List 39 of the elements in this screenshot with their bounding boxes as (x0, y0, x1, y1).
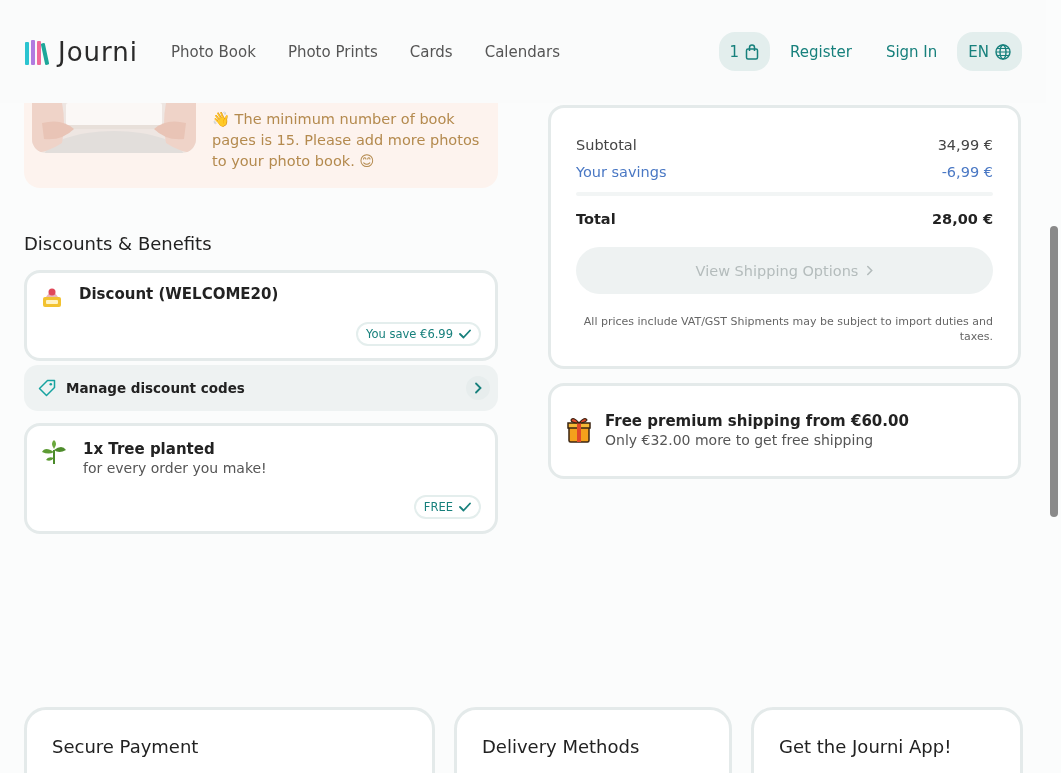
check-icon (459, 329, 471, 339)
globe-icon (995, 43, 1011, 60)
shipping-subtitle: Only €32.00 more to get free shipping (605, 432, 875, 448)
logo-text[interactable]: Journi (58, 36, 138, 67)
manage-codes-button[interactable]: Manage discount codes (24, 365, 498, 411)
plant-icon (41, 440, 67, 466)
card-title: Secure Payment (52, 736, 200, 757)
card-title: Get the Journi App! (779, 736, 953, 757)
nav-link[interactable]: Photo Book (171, 42, 256, 61)
discount-title: Discount (WELCOME20) (79, 285, 279, 303)
gift-icon (567, 416, 591, 444)
total-value: 28,00 € (932, 210, 993, 229)
logo-icon (24, 37, 52, 66)
total-label: Total (576, 210, 616, 229)
card-title: Delivery Methods (482, 736, 641, 757)
savings-label: Your savings (576, 163, 667, 182)
subtotal-label: Subtotal (576, 136, 637, 155)
tax-note: All prices include VAT/GST Shipments may be subject to import duties and taxes. (582, 314, 993, 344)
subtotal-value: 34,99 € (937, 136, 993, 155)
nav-link[interactable]: Calendars (484, 42, 560, 61)
chevron-right-icon (866, 265, 874, 276)
auth-link[interactable]: Register (776, 42, 866, 61)
shipping-title: Free premium shipping from €60.00 (605, 412, 909, 430)
auth-link[interactable]: Sign In (871, 42, 952, 61)
section-title: Discounts & Benefits (24, 233, 213, 254)
savings-value: -6,99 € (941, 163, 993, 182)
check-icon (459, 502, 471, 512)
free-badge: FREE (413, 495, 481, 519)
warning-message: 👋 The minimum number of book pages is 15. Please add more photos to your photo book. 😊 (212, 110, 481, 171)
chevron-right-icon (474, 382, 482, 394)
language-button[interactable]: EN (957, 32, 1022, 71)
benefit-subtitle: for every order you make! (83, 460, 267, 476)
savings-badge: You save €6.99 (356, 322, 481, 346)
cart-button[interactable]: 1 (718, 32, 771, 71)
tag-icon (38, 379, 56, 397)
nav-link[interactable]: Photo Prints (287, 42, 378, 61)
benefit-title: 1x Tree planted (83, 440, 216, 458)
nav-link[interactable]: Cards (409, 42, 453, 61)
shopping-bag-icon (745, 43, 760, 60)
